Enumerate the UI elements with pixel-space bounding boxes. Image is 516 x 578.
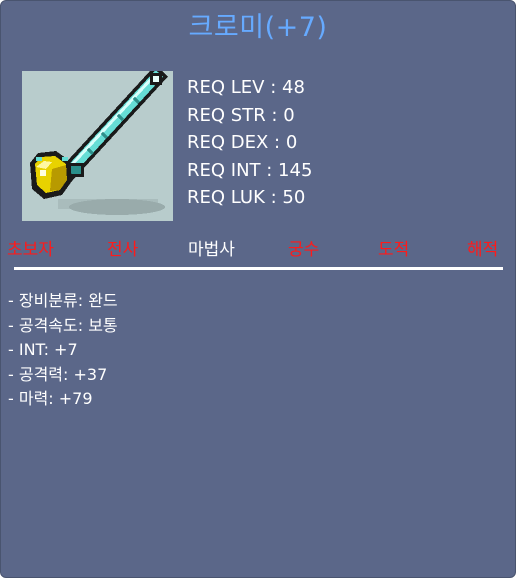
job-archer: 궁수 — [288, 240, 320, 260]
stats-list: - 장비분류: 완드 - 공격속도: 보통 - INT: +7 - 공격력: +… — [8, 289, 118, 412]
stat-magic: - 마력: +79 — [8, 389, 93, 408]
job-list: 초보자 전사 마법사 궁수 도적 해적 — [1, 235, 515, 263]
item-name: 크로미(+7) — [188, 12, 328, 43]
job-warrior: 전사 — [107, 240, 139, 260]
req-str: REQ STR : 0 — [187, 104, 295, 126]
stat-attack-speed: - 공격속도: 보통 — [8, 315, 118, 335]
stat-int: - INT: +7 — [8, 340, 78, 359]
wand-icon — [22, 71, 173, 221]
job-magician: 마법사 — [188, 240, 235, 260]
requirements-list: REQ LEV : 48 REQ STR : 0 REQ DEX : 0 REQ… — [187, 74, 312, 212]
job-pirate: 해적 — [467, 240, 499, 260]
req-level: REQ LEV : 48 — [187, 77, 305, 98]
stat-attack: - 공격력: +37 — [8, 364, 108, 384]
job-thief: 도적 — [378, 240, 410, 260]
item-tooltip: 크로미(+7) REQ LEV: 48 REQ STR: 0 REQ DEX… — [0, 0, 516, 578]
req-int: REQ INT : 145 — [187, 159, 313, 181]
stat-category: - 장비분류: 완드 — [8, 291, 118, 310]
job-beginner: 초보자 — [7, 240, 54, 260]
req-luk: REQ LUK : 50 — [187, 187, 306, 208]
divider — [14, 267, 503, 270]
req-dex: REQ DEX : 0 — [187, 132, 298, 153]
